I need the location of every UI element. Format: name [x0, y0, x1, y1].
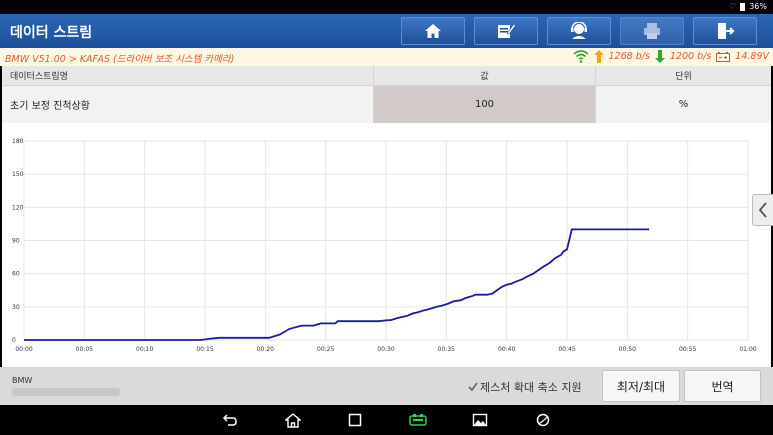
header-name: 데이터스트림명	[2, 66, 374, 85]
nav-gallery-button[interactable]	[471, 411, 489, 429]
x-tick-label: 00:35	[438, 346, 455, 353]
home-icon	[285, 412, 301, 428]
android-nav-bar	[0, 405, 773, 435]
x-tick-label: 00:50	[619, 346, 636, 353]
app-header: 데이터 스트림	[0, 14, 773, 48]
edit-button[interactable]	[474, 17, 538, 45]
chevron-left-icon	[758, 202, 767, 218]
y-tick-label: 30	[12, 304, 20, 311]
voltage-value: 14.89V	[735, 51, 769, 62]
back-icon	[222, 414, 237, 426]
print-button[interactable]	[620, 17, 684, 45]
wifi-icon	[572, 50, 589, 63]
translate-button[interactable]: 번역	[684, 370, 761, 402]
y-tick-label: 150	[12, 171, 24, 178]
x-tick-label: 00:15	[196, 346, 213, 353]
row-unit: %	[678, 99, 689, 110]
y-tick-label: 60	[12, 271, 20, 278]
remote-support-button[interactable]	[547, 17, 611, 45]
gallery-icon	[472, 413, 488, 427]
x-tick-label: 00:05	[76, 346, 93, 353]
nav-browser-button[interactable]	[534, 411, 552, 429]
print-icon	[644, 23, 660, 39]
bottom-toolbar: BMW 제스처 확대 축소 지원 최저/최대 번역	[0, 367, 773, 405]
y-tick-label: 90	[12, 238, 20, 245]
nav-back-button[interactable]	[221, 411, 239, 429]
battery-percent: 36%	[749, 2, 767, 11]
y-tick-label: 0	[12, 337, 16, 344]
signal-icon: ♡	[729, 2, 737, 11]
page-title: 데이터 스트림	[10, 25, 93, 41]
row-name: 초기 보정 진척상황	[2, 86, 374, 123]
min-max-button[interactable]: 최저/최대	[602, 370, 680, 402]
home-icon	[425, 24, 441, 38]
x-tick-label: 00:00	[15, 346, 32, 353]
exit-button[interactable]	[693, 17, 757, 45]
x-tick-label: 00:20	[257, 346, 274, 353]
brand-label: BMW	[12, 376, 33, 385]
chart-svg: 00:00 00:05 00:10 00:15 00:20 00:25 00:30 00:35…	[12, 138, 757, 353]
x-tick-label: 01:00	[739, 346, 756, 353]
x-tick-label: 00:25	[317, 346, 334, 353]
battery-icon	[740, 2, 746, 11]
exit-icon	[718, 23, 735, 39]
row-value: 100	[374, 86, 596, 123]
vin-redacted	[12, 388, 120, 396]
download-arrow-icon	[654, 50, 665, 63]
header-unit: 단위	[675, 72, 692, 82]
edit-icon	[498, 23, 516, 38]
line-chart: 00:00 00:05 00:10 00:15 00:20 00:25 00:30 00:35…	[2, 124, 771, 367]
home-button[interactable]	[401, 17, 465, 45]
table-row[interactable]: 초기 보정 진척상황 100 %	[2, 86, 771, 123]
nav-vci-button[interactable]	[409, 411, 427, 429]
nav-recents-button[interactable]	[346, 411, 364, 429]
user-support-icon	[571, 22, 587, 39]
vehicle-info-bar: BMW V51.00 > KAFAS (드라이버 보조 시스템 카메라) 126…	[0, 48, 773, 66]
upload-rate: 1268 b/s	[608, 51, 650, 62]
recent-apps-icon	[348, 413, 362, 427]
battery-voltage-icon	[716, 51, 731, 62]
x-tick-label: 00:45	[558, 346, 575, 353]
x-tick-label: 00:30	[377, 346, 394, 353]
nav-home-button[interactable]	[284, 411, 302, 429]
checkbox-icon	[468, 382, 478, 392]
side-panel-toggle[interactable]	[752, 194, 773, 226]
system-status-bar: ♡ 36%	[0, 0, 773, 14]
breadcrumb: BMW V51.00 > KAFAS (드라이버 보조 시스템 카메라)	[5, 54, 235, 65]
gesture-label: 제스처 확대 축소 지원	[480, 381, 582, 394]
x-tick-label: 00:55	[679, 346, 696, 353]
x-tick-label: 00:40	[498, 346, 515, 353]
download-rate: 1200 b/s	[669, 51, 712, 62]
table-header: 데이터스트림명 값 단위	[2, 66, 771, 86]
vci-icon	[409, 414, 427, 426]
y-tick-label: 180	[12, 138, 24, 145]
x-tick-label: 00:10	[136, 346, 153, 353]
upload-arrow-icon	[593, 50, 604, 63]
y-tick-label: 120	[12, 204, 24, 211]
data-stream-table: 데이터스트림명 값 단위 초기 보정 진척상황 100 %	[2, 66, 771, 124]
gesture-zoom-toggle[interactable]: 제스처 확대 축소 지원	[468, 379, 582, 395]
browser-icon	[536, 413, 550, 427]
header-value: 값	[374, 66, 596, 85]
